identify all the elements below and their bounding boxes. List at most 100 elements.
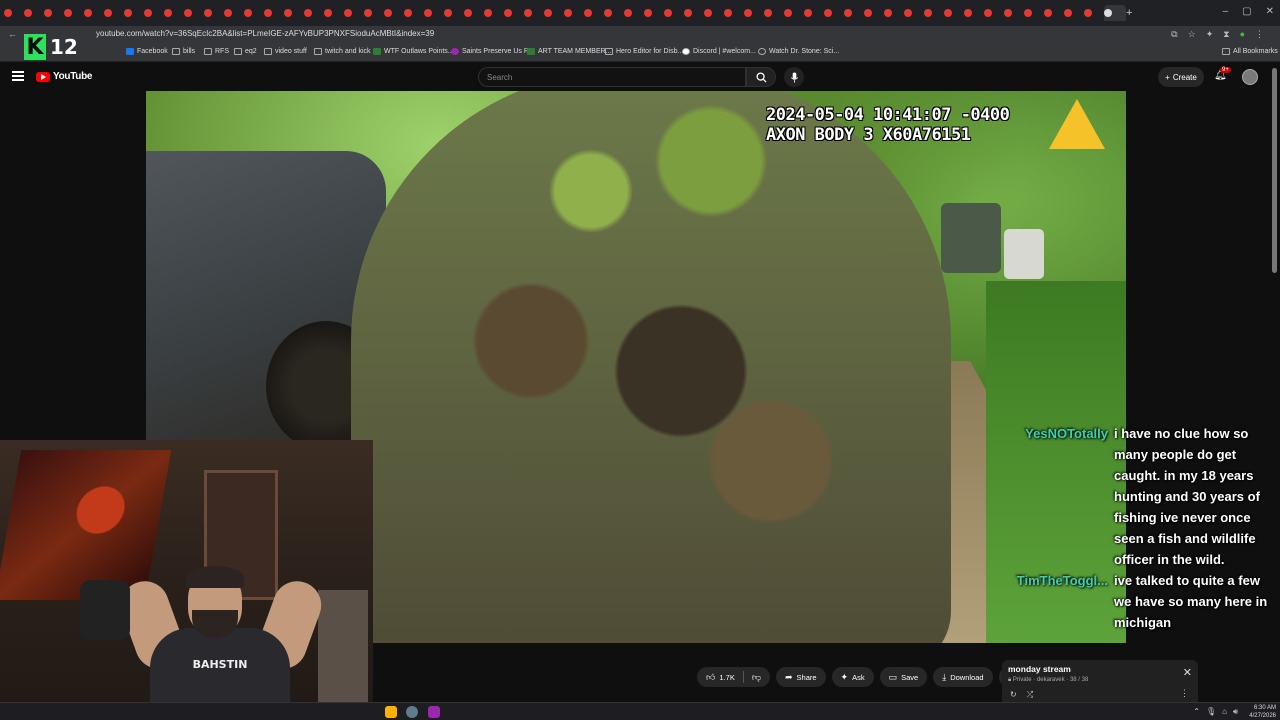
browser-tab[interactable] — [424, 5, 444, 21]
browser-tab[interactable] — [364, 5, 384, 21]
page-scrollbar[interactable] — [1272, 68, 1277, 273]
playlist-title[interactable]: monday stream — [1008, 664, 1071, 674]
back-icon[interactable]: ← — [8, 29, 17, 39]
maximize-icon[interactable]: ▢ — [1242, 6, 1251, 17]
browser-tab[interactable] — [384, 5, 404, 21]
bookmark-all-bookmarks[interactable]: All Bookmarks — [1222, 48, 1278, 55]
browser-tab[interactable] — [804, 5, 824, 21]
network-icon[interactable]: ⌂ — [1222, 707, 1227, 717]
bookmark-twitch-and-kick[interactable]: twitch and kick — [314, 48, 371, 55]
browser-tab[interactable] — [604, 5, 624, 21]
browser-tab[interactable] — [1064, 5, 1084, 21]
browser-tab[interactable] — [104, 5, 124, 21]
browser-tab[interactable] — [924, 5, 944, 21]
browser-tab[interactable] — [864, 5, 884, 21]
browser-tab[interactable] — [644, 5, 664, 21]
shuffle-icon[interactable]: ⤮ — [1027, 690, 1033, 700]
browser-tab[interactable] — [444, 5, 464, 21]
browser-tab[interactable] — [204, 5, 224, 21]
browser-tab[interactable] — [24, 5, 44, 21]
search-button[interactable] — [746, 67, 776, 87]
browser-tab[interactable] — [984, 5, 1004, 21]
hamburger-menu-icon[interactable] — [12, 71, 24, 81]
system-clock[interactable]: 6:30 AM 4/27/2026 — [1249, 704, 1276, 720]
create-button[interactable]: + Create — [1158, 67, 1204, 87]
browser-tab[interactable] — [904, 5, 924, 21]
browser-tab[interactable] — [264, 5, 284, 21]
browser-tab[interactable] — [44, 5, 64, 21]
new-tab-button[interactable]: + — [1126, 5, 1146, 21]
browser-tab-active[interactable] — [1104, 5, 1126, 21]
browser-tab[interactable] — [824, 5, 844, 21]
browser-tab[interactable] — [784, 5, 804, 21]
microphone-icon[interactable]: 🎙︎ — [1206, 707, 1216, 717]
like-button[interactable]: 👍︎ 1.7K 👎︎ — [697, 667, 770, 687]
bookmark-eq2[interactable]: eq2 — [234, 48, 257, 55]
browser-tab[interactable] — [624, 5, 644, 21]
download-button[interactable]: ⤓ Download — [933, 667, 993, 687]
url-field[interactable]: youtube.com/watch?v=36SqEcIc2BA&list=PLm… — [96, 29, 434, 38]
app-icon[interactable] — [428, 706, 440, 718]
browser-tab[interactable] — [144, 5, 164, 21]
browser-tab[interactable] — [1044, 5, 1064, 21]
browser-tab[interactable] — [404, 5, 424, 21]
volume-icon[interactable]: 🔊︎ — [1233, 707, 1238, 717]
browser-tab[interactable] — [464, 5, 484, 21]
install-icon[interactable]: ⧉ — [1171, 29, 1177, 40]
browser-tab[interactable] — [764, 5, 784, 21]
browser-tab[interactable] — [284, 5, 304, 21]
browser-tab[interactable] — [344, 5, 364, 21]
browser-tab[interactable] — [844, 5, 864, 21]
chevron-up-icon[interactable]: ⌃ — [1193, 707, 1200, 717]
browser-tab[interactable] — [524, 5, 544, 21]
browser-tab[interactable] — [584, 5, 604, 21]
browser-tab[interactable] — [704, 5, 724, 21]
save-button[interactable]: ▭ Save — [879, 667, 928, 687]
browser-tab[interactable] — [724, 5, 744, 21]
browser-tab[interactable] — [84, 5, 104, 21]
browser-tab[interactable] — [184, 5, 204, 21]
browser-tab[interactable] — [884, 5, 904, 21]
browser-tab[interactable] — [224, 5, 244, 21]
browser-tab[interactable] — [1004, 5, 1024, 21]
browser-tab[interactable] — [664, 5, 684, 21]
browser-tab[interactable] — [64, 5, 84, 21]
settings-icon[interactable] — [406, 706, 418, 718]
browser-tab[interactable] — [1024, 5, 1044, 21]
extensions-puzzle-icon[interactable]: ⧗ — [1223, 29, 1229, 40]
extension-icon[interactable]: ✦ — [1206, 29, 1214, 40]
bookmark-video-stuff[interactable]: video stuff — [264, 48, 307, 55]
bookmark-hero-editor[interactable]: Hero Editor for Disb... — [605, 48, 683, 55]
bookmark-bills[interactable]: bills — [172, 48, 195, 55]
more-icon[interactable]: ⋮ — [1180, 688, 1189, 699]
playlist-owner[interactable]: dekaravek — [1037, 677, 1065, 683]
close-icon[interactable]: ✕ — [1266, 6, 1274, 17]
browser-tab[interactable] — [164, 5, 184, 21]
more-icon[interactable]: ⋮ — [1255, 29, 1264, 40]
bookmark-discord[interactable]: Discord | #welcom... — [682, 48, 756, 55]
loop-icon[interactable]: ↻ — [1010, 690, 1017, 700]
close-icon[interactable]: ✕ — [1183, 666, 1192, 679]
bookmark-rfs[interactable]: RFS — [204, 48, 229, 55]
browser-tab[interactable] — [964, 5, 984, 21]
browser-tab[interactable] — [1084, 5, 1104, 21]
bookmark-art-team[interactable]: ART TEAM MEMBER... — [527, 48, 612, 55]
bookmark-facebook[interactable]: Facebook — [126, 48, 168, 55]
browser-tab[interactable] — [544, 5, 564, 21]
bookmark-dr-stone[interactable]: Watch Dr. Stone: Sci... — [758, 48, 839, 55]
voice-search-button[interactable] — [784, 67, 804, 87]
avatar[interactable] — [1242, 69, 1258, 85]
browser-tab[interactable] — [304, 5, 324, 21]
browser-tab[interactable] — [484, 5, 504, 21]
browser-tab[interactable] — [244, 5, 264, 21]
browser-tab[interactable] — [744, 5, 764, 21]
browser-tab[interactable] — [504, 5, 524, 21]
browser-tab[interactable] — [324, 5, 344, 21]
youtube-logo[interactable]: YouTube — [36, 71, 93, 82]
bookmark-saints-preserve[interactable]: Saints Preserve Us R... — [451, 48, 535, 55]
minimize-icon[interactable]: – — [1223, 6, 1229, 17]
browser-tab[interactable] — [564, 5, 584, 21]
browser-tab[interactable] — [684, 5, 704, 21]
browser-tab[interactable] — [944, 5, 964, 21]
search-input[interactable]: Search — [478, 67, 746, 87]
